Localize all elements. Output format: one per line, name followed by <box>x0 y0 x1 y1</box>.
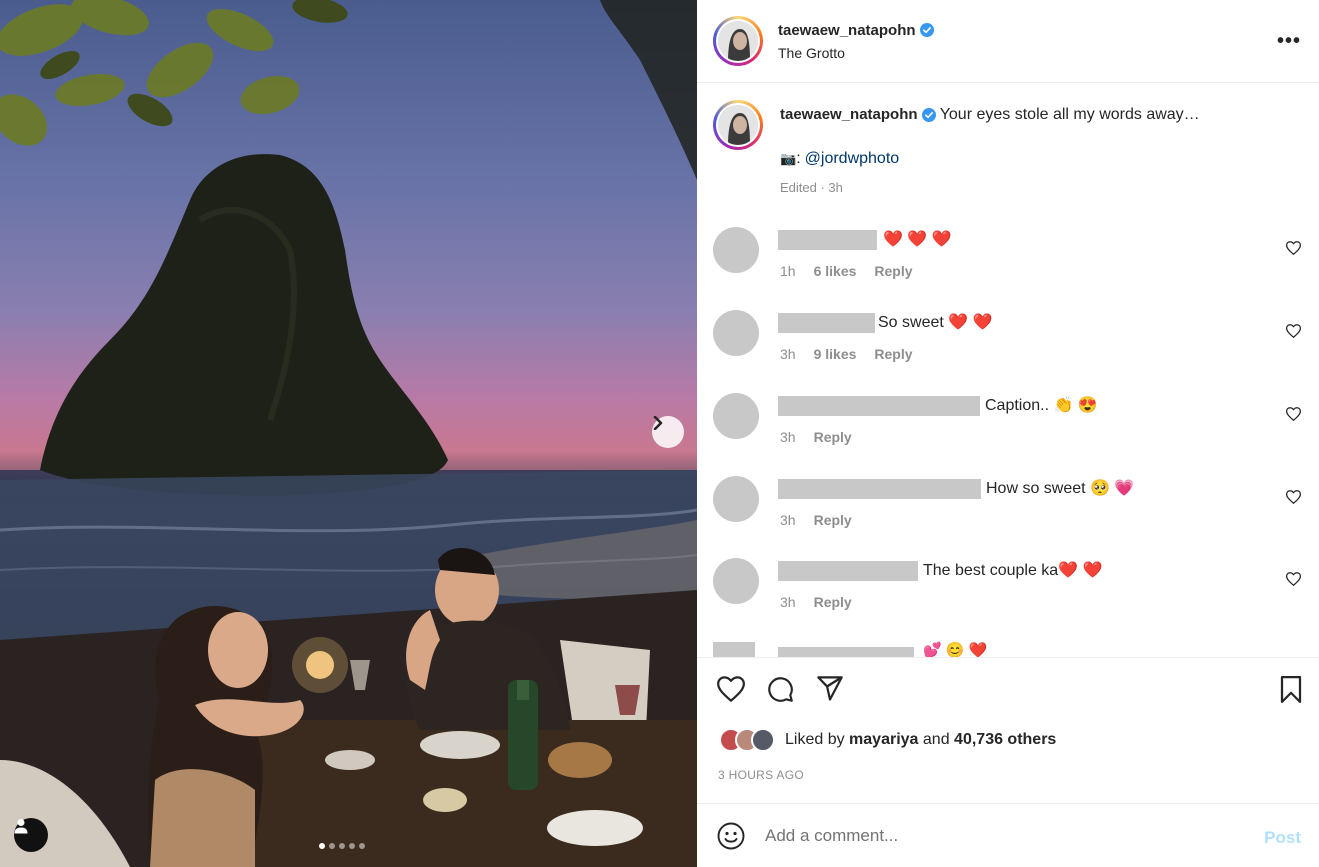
carousel-dot <box>359 843 365 849</box>
commenter-avatar[interactable] <box>713 227 759 273</box>
commenter-avatar[interactable] <box>713 393 759 439</box>
author-avatar[interactable] <box>713 16 763 66</box>
reply-button[interactable]: Reply <box>814 512 852 528</box>
liked-by-and: and <box>922 731 950 748</box>
photo-scene <box>0 0 697 867</box>
redacted-username <box>778 230 877 250</box>
comment-time[interactable]: 3h <box>780 594 796 610</box>
carousel-dot <box>339 843 345 849</box>
verified-badge-icon <box>919 23 934 37</box>
like-comment-heart-icon[interactable] <box>1286 324 1301 338</box>
post-side-panel: taewaew_natapohn The Grotto ••• taewaew_… <box>697 0 1319 867</box>
avatar-photo <box>718 105 758 145</box>
comment-time[interactable]: 1h <box>780 263 796 279</box>
emoji-smiley-icon <box>717 822 745 849</box>
add-comment-bar: Post <box>697 803 1319 867</box>
comment-item: ❤️ ❤️ ❤️ 1h 6 likes Reply <box>713 227 1303 297</box>
send-paper-plane-icon <box>817 676 843 701</box>
comment-item: So sweet ❤️ ❤️ 3h 9 likes Reply <box>713 310 1303 380</box>
comment-item: How so sweet 🥺 💗 3h Reply <box>713 476 1303 546</box>
emoji-picker-button[interactable] <box>717 822 745 850</box>
redacted-username <box>778 479 981 499</box>
chevron-right-icon <box>653 416 663 430</box>
like-comment-heart-icon[interactable] <box>1286 407 1301 421</box>
heart-icon <box>717 676 745 702</box>
camera-emoji: 📷 <box>780 151 797 166</box>
liked-by-prefix: Liked by <box>785 731 845 748</box>
reply-button[interactable]: Reply <box>874 263 912 279</box>
comment-text: How so sweet 🥺 💗 <box>986 480 1135 497</box>
bookmark-icon <box>1280 676 1302 703</box>
comment-text: Caption.. 👏 😍 <box>985 397 1098 414</box>
like-comment-heart-icon[interactable] <box>1286 572 1301 586</box>
comment-button[interactable] <box>767 676 794 703</box>
post-timestamp[interactable]: 3 HOURS AGO <box>718 768 804 782</box>
caption-username[interactable]: taewaew_natapohn <box>780 106 936 123</box>
like-comment-heart-icon[interactable] <box>1286 241 1301 255</box>
comment-text: So sweet ❤️ ❤️ <box>878 314 993 331</box>
save-button[interactable] <box>1279 676 1303 708</box>
comment-item: 💕 😊 ❤️ <box>713 641 1303 657</box>
verified-badge-icon <box>921 107 936 122</box>
post-actions: Liked by mayariya and 40,736 others 3 HO… <box>697 657 1319 803</box>
reply-button[interactable]: Reply <box>874 346 912 362</box>
comment-text: The best couple ka❤️ ❤️ <box>923 562 1103 579</box>
commenter-avatar[interactable] <box>713 558 759 604</box>
carousel-dot <box>349 843 355 849</box>
post-comment-button[interactable]: Post <box>1264 828 1301 848</box>
photographer-mention-link[interactable]: @jordwphoto <box>805 150 900 168</box>
reply-button[interactable]: Reply <box>814 429 852 445</box>
caption-meta: Edited · 3h <box>780 180 843 195</box>
carousel-indicator <box>319 843 365 849</box>
carousel-dot <box>329 843 335 849</box>
post-photo[interactable] <box>0 0 697 867</box>
user-icon <box>14 819 28 834</box>
likes-summary[interactable]: Liked by mayariya and 40,736 others <box>719 728 1056 752</box>
comments-list[interactable]: taewaew_natapohn Your eyes stole all my … <box>697 84 1319 657</box>
more-options-button[interactable]: ••• <box>1277 30 1301 53</box>
redacted-username <box>778 396 980 416</box>
comment-item: Caption.. 👏 😍 3h Reply <box>713 393 1303 463</box>
commenter-avatar[interactable] <box>713 476 759 522</box>
like-button[interactable] <box>717 676 745 703</box>
others-likes-link[interactable]: 40,736 others <box>954 731 1056 749</box>
caption-text: Your eyes stole all my words away… <box>939 106 1200 123</box>
liker-avatar <box>751 728 775 752</box>
post-caption: taewaew_natapohn Your eyes stole all my … <box>697 84 1319 195</box>
author-username-text[interactable]: taewaew_natapohn <box>778 22 916 39</box>
comment-bubble-icon <box>768 677 793 702</box>
redacted-username <box>778 561 918 581</box>
next-slide-button[interactable] <box>652 416 684 448</box>
like-comment-heart-icon[interactable] <box>1286 490 1301 504</box>
post-header: taewaew_natapohn The Grotto ••• <box>697 0 1319 83</box>
first-liker-link[interactable]: mayariya <box>849 731 918 749</box>
liker-avatars <box>719 728 775 752</box>
comment-time[interactable]: 3h <box>780 512 796 528</box>
redacted-username <box>778 647 914 657</box>
redacted-username <box>778 313 875 333</box>
comment-text: ❤️ ❤️ ❤️ <box>883 231 952 248</box>
caption-username-text[interactable]: taewaew_natapohn <box>780 106 918 123</box>
caption-avatar[interactable] <box>713 100 763 150</box>
comment-text: 💕 😊 ❤️ <box>923 642 988 657</box>
comment-time[interactable]: 3h <box>780 346 796 362</box>
share-button[interactable] <box>816 676 844 703</box>
caption-colon: : <box>796 150 801 167</box>
commenter-avatar[interactable] <box>713 642 755 657</box>
comment-time[interactable]: 3h <box>780 429 796 445</box>
reply-button[interactable]: Reply <box>814 594 852 610</box>
commenter-avatar[interactable] <box>713 310 759 356</box>
tagged-users-button[interactable] <box>14 818 48 852</box>
comment-item: The best couple ka❤️ ❤️ 3h Reply <box>713 558 1303 628</box>
post-location[interactable]: The Grotto <box>778 45 934 61</box>
comment-likes[interactable]: 6 likes <box>814 263 857 279</box>
avatar-photo <box>718 21 758 61</box>
comment-input[interactable] <box>765 825 1225 846</box>
author-username[interactable]: taewaew_natapohn <box>778 22 934 39</box>
carousel-dot <box>319 843 325 849</box>
comment-likes[interactable]: 9 likes <box>814 346 857 362</box>
